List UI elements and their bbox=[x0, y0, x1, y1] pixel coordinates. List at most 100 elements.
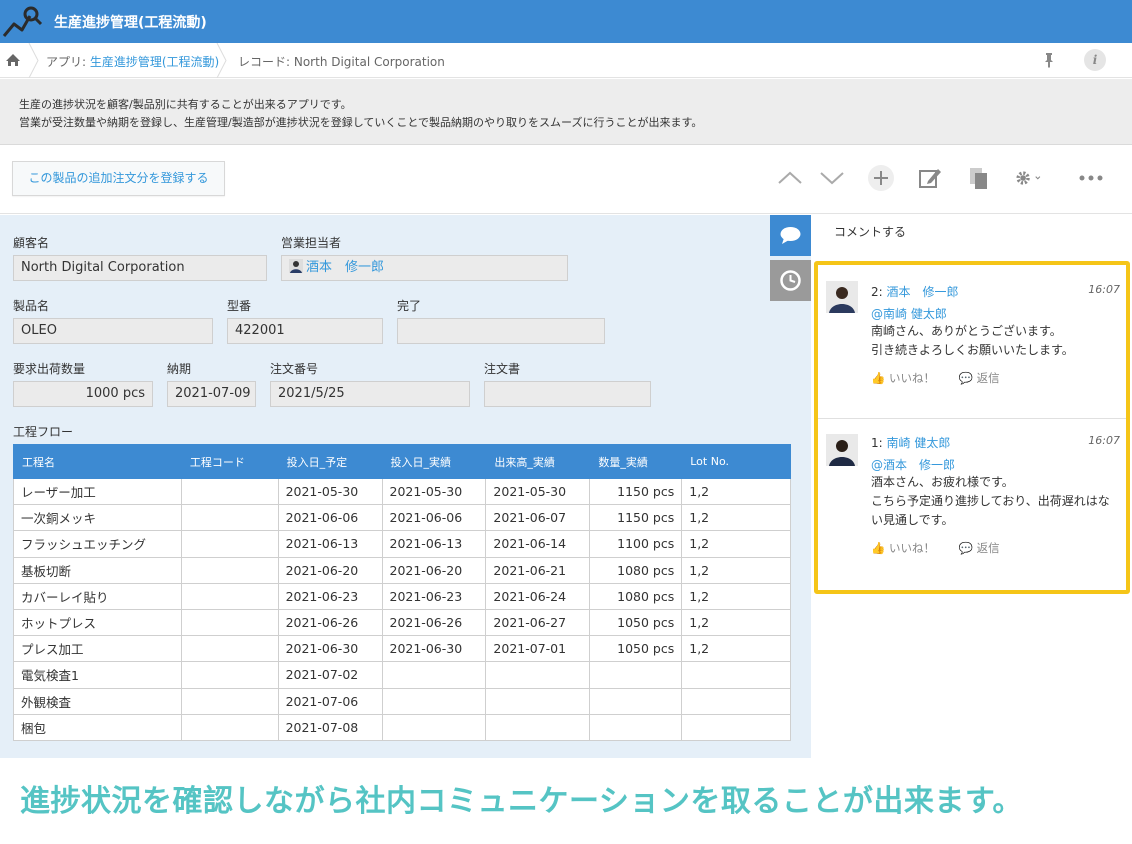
edit-icon[interactable] bbox=[916, 164, 944, 192]
table-cell bbox=[485, 713, 591, 741]
table-cell: ホットプレス bbox=[13, 608, 182, 637]
process-flow-table: 工程名 工程コード 投入日_予定 投入日_実績 出来高_実績 数量_実績 Lot… bbox=[13, 444, 791, 741]
table-cell: 2021-06-26 bbox=[381, 608, 487, 637]
comment-author-link[interactable]: 酒本 修一郎 bbox=[887, 285, 959, 299]
table-cell: 1,2 bbox=[681, 582, 791, 610]
record-toolbar: この製品の追加注文分を登録する bbox=[0, 146, 1132, 214]
table-cell: フラッシュエッチング bbox=[13, 530, 182, 558]
reply-button[interactable]: 💬 返信 bbox=[959, 541, 1010, 555]
sales-rep-link[interactable]: 酒本 修一郎 bbox=[306, 260, 384, 275]
table-row: 基板切断 2021-06-20 2021-06-20 2021-06-21 1080 p… bbox=[13, 556, 791, 584]
like-button[interactable]: 👍 いいね！ bbox=[871, 371, 945, 385]
table-cell bbox=[180, 635, 279, 663]
table-cell: 2021-06-06 bbox=[381, 504, 487, 532]
comment-mention[interactable]: @南崎 健太郎 bbox=[871, 305, 947, 322]
table-cell: 1080 pcs bbox=[589, 556, 683, 584]
table-cell: 1,2 bbox=[681, 635, 791, 663]
record-detail: 顧客名 North Digital Corporation 営業担当者 酒本 修… bbox=[0, 215, 811, 758]
column-header: 工程コード bbox=[180, 444, 279, 479]
table-cell: 2021-06-27 bbox=[485, 608, 591, 637]
table-cell: 梱包 bbox=[13, 713, 182, 741]
comment-item: 1: 南崎 健太郎 16:07 @酒本 修一郎 酒本さん、お疲れ様です。 こちら… bbox=[818, 419, 1126, 590]
table-cell: 1100 pcs bbox=[589, 530, 683, 558]
table-cell: 2021-06-30 bbox=[381, 635, 487, 663]
sidebar-tabs bbox=[770, 215, 811, 305]
quantity-label: 要求出荷数量 bbox=[13, 362, 86, 376]
history-tab-icon[interactable] bbox=[770, 260, 811, 301]
table-cell bbox=[485, 687, 591, 715]
table-cell bbox=[681, 713, 791, 741]
table-cell: 2021-06-13 bbox=[381, 530, 487, 558]
home-icon[interactable] bbox=[0, 43, 28, 78]
comment-body: 酒本さん、お疲れ様です。 こちら予定通り進捗しており、出荷遅れはな い見通しです… bbox=[871, 475, 1110, 527]
comment-mention[interactable]: @酒本 修一郎 bbox=[871, 456, 955, 473]
sales-rep-value[interactable]: 酒本 修一郎 bbox=[281, 255, 568, 281]
chevron-right-icon bbox=[28, 43, 39, 78]
comment-highlight: 2: 酒本 修一郎 16:07 @南崎 健太郎 南崎さん、ありがとうございます。… bbox=[814, 261, 1130, 594]
table-row: 電気検査1 2021-07-02 bbox=[13, 661, 791, 689]
table-cell: 1150 pcs bbox=[589, 477, 683, 506]
table-cell bbox=[589, 713, 683, 741]
order-document-label: 注文書 bbox=[484, 362, 521, 376]
table-cell bbox=[681, 661, 791, 689]
table-row: 梱包 2021-07-08 bbox=[13, 713, 791, 741]
table-cell bbox=[180, 556, 279, 584]
comment-header: 2: 酒本 修一郎 bbox=[871, 285, 959, 299]
comment-tab-icon[interactable] bbox=[770, 215, 811, 256]
avatar bbox=[826, 281, 858, 313]
table-cell: 2021-06-14 bbox=[485, 530, 591, 558]
more-icon[interactable] bbox=[1077, 164, 1105, 192]
add-record-icon[interactable] bbox=[867, 164, 895, 192]
table-cell bbox=[381, 687, 487, 715]
table-cell: 基板切断 bbox=[13, 556, 182, 584]
comment-author-link[interactable]: 南崎 健太郎 bbox=[887, 436, 951, 450]
table-cell bbox=[180, 477, 279, 506]
comment-header: 1: 南崎 健太郎 bbox=[871, 436, 951, 450]
breadcrumb: アプリ: 生産進捗管理(工程流動) レコード: North Digital Co… bbox=[0, 43, 1132, 78]
duplicate-icon[interactable] bbox=[965, 164, 993, 192]
table-cell: 2021-07-01 bbox=[485, 635, 591, 663]
table-cell bbox=[381, 713, 487, 741]
model-label: 型番 bbox=[227, 299, 252, 313]
table-cell: 2021-07-02 bbox=[277, 661, 383, 689]
chevron-down-icon[interactable] bbox=[818, 164, 846, 192]
breadcrumb-app[interactable]: アプリ: 生産進捗管理(工程流動) bbox=[46, 53, 219, 70]
process-flow-label: 工程フロー bbox=[13, 425, 74, 439]
table-cell: 2021-07-08 bbox=[277, 713, 383, 741]
table-cell: 1,2 bbox=[681, 504, 791, 532]
info-icon[interactable]: i bbox=[1084, 49, 1106, 71]
product-label: 製品名 bbox=[13, 299, 50, 313]
table-cell: 1150 pcs bbox=[589, 504, 683, 532]
due-date-value: 2021-07-09 bbox=[167, 381, 256, 407]
table-cell: 2021-07-06 bbox=[277, 687, 383, 715]
add-order-button[interactable]: この製品の追加注文分を登録する bbox=[12, 161, 225, 196]
table-cell bbox=[180, 608, 279, 637]
avatar bbox=[826, 434, 858, 466]
column-header: 投入日_予定 bbox=[277, 444, 383, 479]
order-number-value: 2021/5/25 bbox=[270, 381, 470, 407]
table-cell: 2021-06-20 bbox=[277, 556, 383, 584]
due-date-label: 納期 bbox=[167, 362, 192, 376]
column-header: 投入日_実績 bbox=[381, 444, 487, 479]
post-comment-link[interactable]: コメントする bbox=[834, 223, 906, 240]
table-cell bbox=[381, 661, 487, 689]
table-cell: 2021-06-21 bbox=[485, 556, 591, 584]
like-button[interactable]: 👍 いいね！ bbox=[871, 541, 945, 555]
pin-icon[interactable] bbox=[1040, 51, 1058, 69]
table-row: プレス加工 2021-06-30 2021-06-30 2021-07-01 1050 … bbox=[13, 635, 791, 663]
chevron-right-icon bbox=[216, 43, 227, 78]
table-cell bbox=[180, 582, 279, 610]
table-cell: 2021-05-30 bbox=[381, 477, 487, 506]
chevron-up-icon[interactable] bbox=[776, 164, 804, 192]
app-icon[interactable] bbox=[0, 0, 44, 43]
table-row: カバーレイ貼り 2021-06-23 2021-06-23 2021-06-24 108… bbox=[13, 582, 791, 610]
gear-icon[interactable] bbox=[1014, 164, 1042, 192]
breadcrumb-app-link[interactable]: 生産進捗管理(工程流動) bbox=[90, 55, 219, 69]
comment-body: 南崎さん、ありがとうございます。 引き続きよろしくお願いいたします。 bbox=[871, 324, 1074, 357]
reply-button[interactable]: 💬 返信 bbox=[959, 371, 1010, 385]
comment-panel: コメントする 2: 酒本 修一郎 16:07 @南崎 健太郎 南崎さん、ありがと… bbox=[811, 215, 1132, 758]
quantity-value: 1000 pcs bbox=[13, 381, 153, 407]
table-cell: 2021-06-13 bbox=[277, 530, 383, 558]
table-cell: 2021-06-07 bbox=[485, 504, 591, 532]
table-cell: 1080 pcs bbox=[589, 582, 683, 610]
